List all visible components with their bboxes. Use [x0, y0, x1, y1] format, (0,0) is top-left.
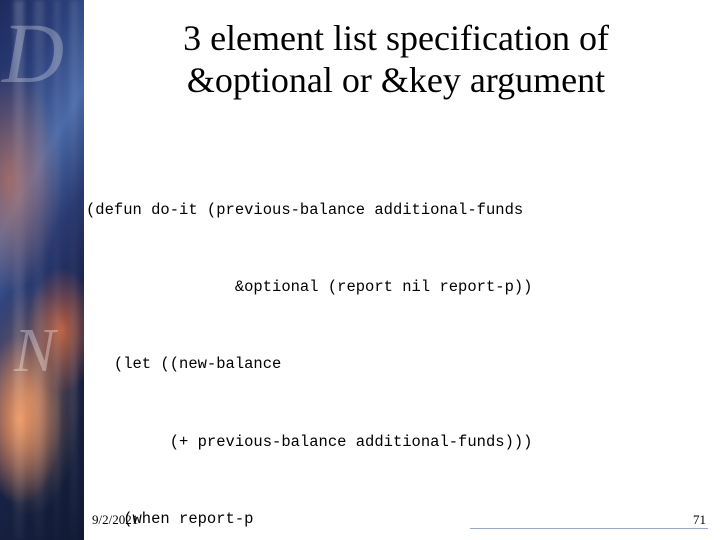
code-line: (when report-p: [86, 510, 254, 529]
footer-divider: [470, 528, 708, 529]
code-line: (let ((new-balance: [86, 355, 282, 374]
code-line: (defun do-it (previous-balance additiona…: [86, 200, 524, 219]
decorative-letter-top: D: [2, 5, 65, 101]
code-line: &optional (report nil report-p)): [86, 277, 533, 296]
slide-title-line-2: &optional or &key argument: [186, 59, 606, 100]
band-glow: [0, 250, 84, 540]
slide-title-line-1: 3 element list specification of: [183, 18, 609, 58]
code-block: (defun do-it (previous-balance additiona…: [86, 146, 706, 540]
slide: D N 3 element list specification of &opt…: [0, 0, 720, 540]
code-line: (+ previous-balance additional-funds))): [86, 432, 533, 451]
slide-date: 9/2/2021: [92, 512, 139, 527]
slide-title: 3 element list specification of &optiona…: [84, 18, 708, 102]
decorative-left-band: D N: [0, 0, 84, 540]
decorative-letter-bottom: N: [14, 317, 56, 385]
page-number: 71: [693, 512, 706, 527]
